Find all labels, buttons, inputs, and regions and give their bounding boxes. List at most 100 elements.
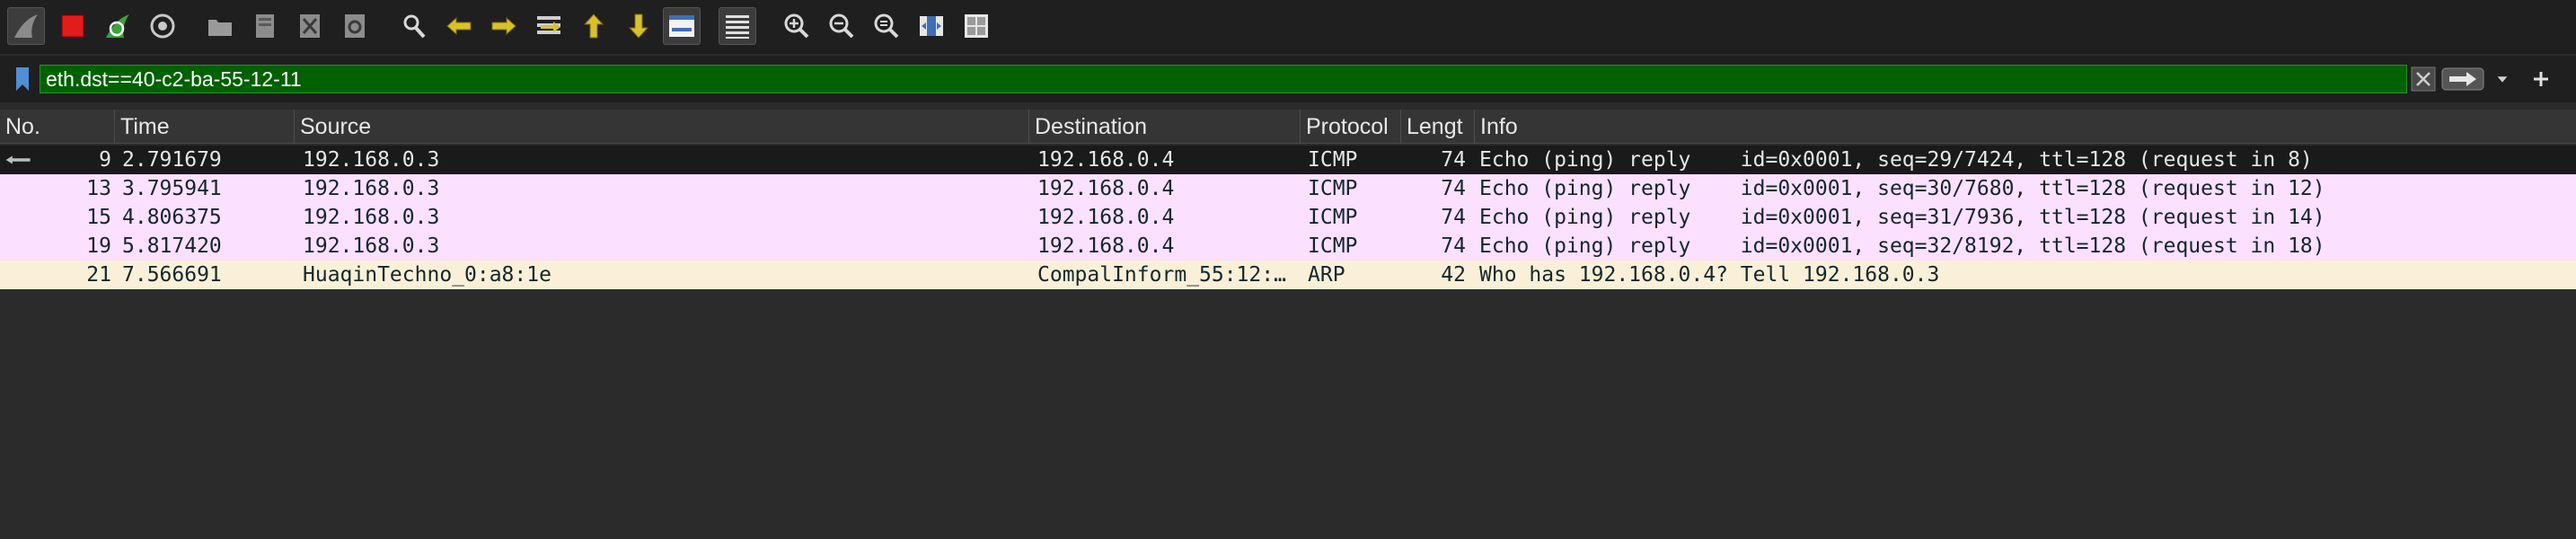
display-filter-bar: eth.dst==40-c2-ba-55-12-11 bbox=[0, 56, 2576, 102]
filter-bookmark-button[interactable] bbox=[9, 65, 36, 93]
packet-time: 7.566691 bbox=[122, 263, 222, 287]
packet-info: Echo (ping) reply id=0x0001, seq=31/7936… bbox=[1479, 206, 2325, 229]
auto-scroll-button[interactable] bbox=[663, 7, 701, 45]
bookmark-icon bbox=[16, 67, 29, 91]
packet-info: Echo (ping) reply id=0x0001, seq=30/7680… bbox=[1479, 177, 2325, 200]
packet-no: 19 bbox=[86, 234, 111, 258]
save-file-icon bbox=[256, 14, 274, 38]
add-filter-button[interactable] bbox=[2527, 65, 2554, 93]
packet-source: 192.168.0.3 bbox=[303, 234, 440, 258]
apply-filter-button[interactable] bbox=[2441, 65, 2484, 93]
colorize-button[interactable] bbox=[719, 7, 756, 45]
main-toolbar bbox=[0, 0, 2576, 54]
start-capture-button[interactable] bbox=[7, 7, 45, 45]
go-forward-button[interactable] bbox=[485, 7, 523, 45]
packet-source: 192.168.0.3 bbox=[303, 148, 440, 172]
close-file-button[interactable] bbox=[291, 7, 329, 45]
packet-list-header: No. Time Source Destination Protocol Len… bbox=[0, 110, 2576, 144]
packet-list: 9 2.791679 192.168.0.3 192.168.0.4 ICMP … bbox=[0, 146, 2576, 289]
reload-file-button[interactable] bbox=[336, 7, 374, 45]
resize-columns-button[interactable] bbox=[913, 7, 950, 45]
resize-columns-icon bbox=[920, 16, 943, 36]
close-file-icon bbox=[300, 14, 320, 38]
stop-capture-icon bbox=[61, 14, 84, 38]
column-header-source[interactable]: Source bbox=[295, 110, 1029, 144]
packet-time: 5.817420 bbox=[122, 234, 222, 258]
packet-source: HuaqinTechno_0:a8:1e bbox=[303, 263, 551, 287]
layout-icon bbox=[965, 14, 988, 38]
packet-info: Echo (ping) reply id=0x0001, seq=29/7424… bbox=[1479, 148, 2313, 172]
column-header-no[interactable]: No. bbox=[0, 110, 115, 144]
packet-destination: 192.168.0.4 bbox=[1037, 206, 1175, 229]
packet-info: Who has 192.168.0.4? Tell 192.168.0.3 bbox=[1479, 263, 1940, 287]
chevron-down-icon bbox=[2497, 76, 2508, 83]
packet-time: 3.795941 bbox=[122, 177, 222, 200]
apply-arrow-icon bbox=[2441, 67, 2484, 91]
shark-fin-start-icon bbox=[14, 14, 38, 38]
go-forward-icon bbox=[491, 16, 516, 36]
column-header-info[interactable]: Info bbox=[1475, 110, 2576, 144]
open-file-icon bbox=[208, 20, 232, 36]
packet-row[interactable]: 19 5.817420 192.168.0.3 192.168.0.4 ICMP… bbox=[0, 232, 2576, 261]
capture-options-button[interactable] bbox=[144, 7, 181, 45]
packet-info: Echo (ping) reply id=0x0001, seq=32/8192… bbox=[1479, 234, 2325, 258]
packet-row[interactable]: 21 7.566691 HuaqinTechno_0:a8:1e CompalI… bbox=[0, 261, 2576, 289]
normal-size-button[interactable] bbox=[868, 7, 905, 45]
column-header-destination[interactable]: Destination bbox=[1029, 110, 1301, 144]
save-file-button[interactable] bbox=[246, 7, 284, 45]
zoom-out-button[interactable] bbox=[823, 7, 860, 45]
packet-row[interactable]: 13 3.795941 192.168.0.3 192.168.0.4 ICMP… bbox=[0, 174, 2576, 203]
packet-destination: 192.168.0.4 bbox=[1037, 148, 1175, 172]
clear-filter-button[interactable] bbox=[2411, 65, 2436, 93]
last-packet-button[interactable] bbox=[620, 7, 657, 45]
clear-icon bbox=[2411, 66, 2436, 92]
packet-time: 2.791679 bbox=[122, 148, 222, 172]
packet-no: 21 bbox=[86, 263, 111, 287]
display-filter-input[interactable]: eth.dst==40-c2-ba-55-12-11 bbox=[40, 65, 2407, 93]
go-to-packet-icon bbox=[537, 16, 560, 34]
reload-file-icon bbox=[345, 14, 365, 38]
plus-icon bbox=[2534, 72, 2548, 86]
packet-destination: CompalInform_55:12:… bbox=[1037, 263, 1286, 287]
packet-length: 74 bbox=[1441, 206, 1466, 229]
go-back-button[interactable] bbox=[440, 7, 478, 45]
packet-protocol: ARP bbox=[1308, 263, 1345, 287]
first-packet-button[interactable] bbox=[575, 7, 613, 45]
colorize-icon bbox=[726, 15, 749, 39]
restart-capture-icon bbox=[106, 14, 129, 38]
go-back-icon bbox=[446, 16, 472, 36]
packet-time: 4.806375 bbox=[122, 206, 222, 229]
packet-destination: 192.168.0.4 bbox=[1037, 234, 1175, 258]
find-packet-icon bbox=[403, 14, 426, 39]
layout-button[interactable] bbox=[957, 7, 995, 45]
capture-options-icon bbox=[150, 13, 175, 39]
packet-protocol: ICMP bbox=[1308, 234, 1358, 258]
restart-capture-button[interactable] bbox=[99, 7, 137, 45]
stop-capture-button[interactable] bbox=[54, 7, 92, 45]
packet-destination: 192.168.0.4 bbox=[1037, 177, 1175, 200]
packet-no: 13 bbox=[86, 177, 111, 200]
packet-no: 9 bbox=[99, 148, 111, 172]
go-to-packet-button[interactable] bbox=[530, 7, 568, 45]
open-file-button[interactable] bbox=[201, 7, 239, 45]
packet-row[interactable]: 15 4.806375 192.168.0.3 192.168.0.4 ICMP… bbox=[0, 203, 2576, 232]
packet-protocol: ICMP bbox=[1308, 206, 1358, 229]
column-header-length[interactable]: Lengt bbox=[1401, 110, 1475, 144]
column-header-time[interactable]: Time bbox=[115, 110, 295, 144]
packet-source: 192.168.0.3 bbox=[303, 177, 440, 200]
packet-protocol: ICMP bbox=[1308, 177, 1358, 200]
packet-protocol: ICMP bbox=[1308, 148, 1358, 172]
packet-row[interactable]: 9 2.791679 192.168.0.3 192.168.0.4 ICMP … bbox=[0, 146, 2576, 174]
last-packet-icon bbox=[628, 13, 649, 39]
find-packet-button[interactable] bbox=[395, 7, 433, 45]
first-packet-icon bbox=[583, 13, 604, 39]
packet-length: 74 bbox=[1441, 177, 1466, 200]
packet-length: 74 bbox=[1441, 148, 1466, 172]
zoom-in-icon bbox=[784, 13, 809, 39]
column-header-protocol[interactable]: Protocol bbox=[1301, 110, 1401, 144]
zoom-in-button[interactable] bbox=[778, 7, 816, 45]
packet-length: 74 bbox=[1441, 234, 1466, 258]
zoom-out-icon bbox=[829, 13, 854, 39]
filter-history-dropdown[interactable] bbox=[2490, 65, 2515, 93]
normal-size-icon bbox=[874, 13, 899, 39]
